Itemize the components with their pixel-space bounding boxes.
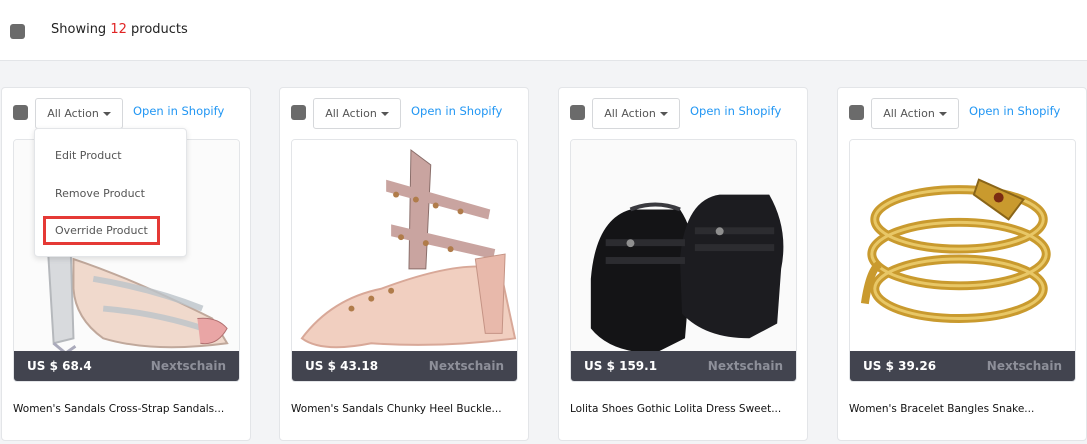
chevron-down-icon [380, 112, 389, 116]
product-price: US $ 39.26 [863, 359, 937, 373]
all-action-dropdown[interactable]: All Action [871, 98, 959, 129]
product-checkbox[interactable] [291, 105, 306, 120]
product-image[interactable]: US $ 159.1 Nextschain [570, 139, 797, 382]
all-action-dropdown[interactable]: All Action [35, 98, 123, 129]
product-checkbox[interactable] [570, 105, 585, 120]
product-price: US $ 43.18 [305, 359, 379, 373]
edit-product-item[interactable]: Edit Product [55, 149, 122, 162]
product-vendor: Nextschain [428, 359, 504, 373]
product-card: All Action Open in Shopify US $ 159.1 Ne… [558, 87, 808, 441]
price-bar: US $ 68.4 Nextschain [14, 351, 239, 381]
product-image[interactable]: US $ 43.18 Nextschain [291, 139, 518, 382]
select-all-checkbox[interactable] [10, 24, 25, 39]
product-count: 12 [110, 22, 127, 37]
product-card: All Action Open in Shopify US $ 43.18 Ne… [279, 87, 529, 441]
product-card: All Action Open in Shopify US $ 39.26 Ne… [837, 87, 1087, 441]
product-price: US $ 68.4 [27, 359, 92, 373]
product-title[interactable]: Women's Sandals Chunky Heel Buckle... [291, 403, 519, 415]
product-vendor: Nextschain [707, 359, 783, 373]
chevron-down-icon [659, 112, 668, 116]
open-in-shopify-link[interactable]: Open in Shopify [969, 104, 1060, 118]
lolita-shoes-image [571, 140, 796, 381]
open-in-shopify-link[interactable]: Open in Shopify [411, 104, 502, 118]
snake-bracelet-image [850, 140, 1075, 381]
override-product-item[interactable]: Override Product [43, 216, 160, 245]
price-bar: US $ 159.1 Nextschain [571, 351, 796, 381]
price-bar: US $ 39.26 Nextschain [850, 351, 1075, 381]
open-in-shopify-link[interactable]: Open in Shopify [690, 104, 781, 118]
product-checkbox[interactable] [849, 105, 864, 120]
product-price: US $ 159.1 [584, 359, 658, 373]
product-vendor: Nextschain [150, 359, 226, 373]
chevron-down-icon [938, 112, 947, 116]
all-action-dropdown[interactable]: All Action [313, 98, 401, 129]
remove-product-item[interactable]: Remove Product [55, 187, 145, 200]
product-title[interactable]: Women's Sandals Cross-Strap Sandals... [13, 403, 241, 415]
all-action-dropdown[interactable]: All Action [592, 98, 680, 129]
studded-heel-image [292, 140, 517, 381]
open-in-shopify-link[interactable]: Open in Shopify [133, 104, 224, 118]
product-count-text: Showing 12 products [51, 22, 188, 37]
product-vendor: Nextschain [986, 359, 1062, 373]
chevron-down-icon [102, 112, 111, 116]
product-title[interactable]: Lolita Shoes Gothic Lolita Dress Sweet..… [570, 403, 798, 415]
price-bar: US $ 43.18 Nextschain [292, 351, 517, 381]
action-menu: Edit Product Remove Product Override Pro… [34, 128, 187, 257]
product-title[interactable]: Women's Bracelet Bangles Snake... [849, 403, 1077, 415]
header-bar: Showing 12 products [0, 0, 1087, 61]
product-image[interactable]: US $ 39.26 Nextschain [849, 139, 1076, 382]
product-checkbox[interactable] [13, 105, 28, 120]
